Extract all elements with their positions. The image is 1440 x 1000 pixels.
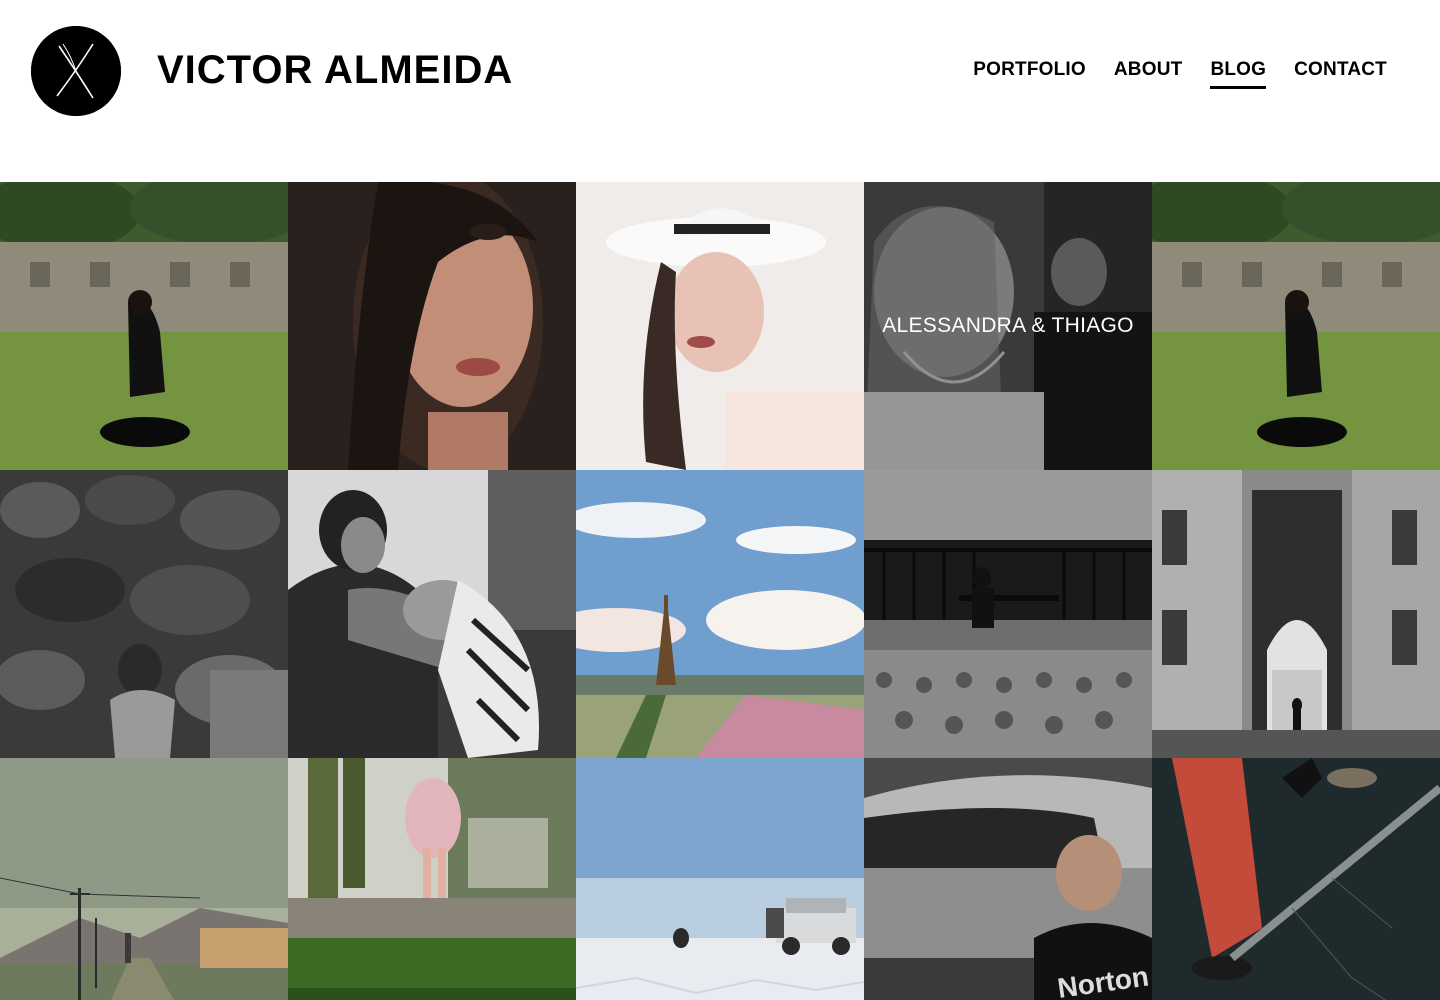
x-monogram-icon: [31, 26, 121, 116]
photo-man-on-bench: [864, 470, 1152, 758]
site-logo[interactable]: [31, 26, 121, 116]
photo-woman-stone-wall: [0, 470, 288, 758]
gallery-tile-wedding-couple[interactable]: ALESSANDRA & THIAGO: [864, 182, 1152, 470]
photo-salt-flat-jeep: [576, 758, 864, 1000]
gallery-tile-road-power-lines[interactable]: [0, 758, 288, 1000]
site-header: VICTOR ALMEIDA PORTFOLIO ABOUT BLOG CONT…: [0, 0, 1440, 182]
gallery-tile-man-on-bench-waterfront[interactable]: [864, 470, 1152, 758]
gallery-tile-red-trousers-water[interactable]: [1152, 758, 1440, 1000]
nav-contact[interactable]: CONTACT: [1294, 58, 1387, 89]
gallery-tile-woman-with-cat[interactable]: [288, 470, 576, 758]
main-nav: PORTFOLIO ABOUT BLOG CONTACT: [973, 58, 1387, 89]
gallery-tile-woman-stone-wall[interactable]: [0, 470, 288, 758]
gallery-tile-portrait-dark-hair[interactable]: [288, 182, 576, 470]
gallery-tile-woman-in-field-ruins[interactable]: [0, 182, 288, 470]
photo-archway-building: [1152, 470, 1440, 758]
photo-woman-with-cat: [288, 470, 576, 758]
photo-red-trousers-water: [1152, 758, 1440, 1000]
gallery-tile-salt-flat-jeep[interactable]: [576, 758, 864, 1000]
gallery-tile-eiffel-tower[interactable]: [576, 470, 864, 758]
gallery-tile-woman-white-hat[interactable]: [576, 182, 864, 470]
photo-woman-white-hat: [576, 182, 864, 470]
site-title[interactable]: VICTOR ALMEIDA: [157, 46, 513, 94]
gallery-tile-man-by-car[interactable]: Norton: [864, 758, 1152, 1000]
photo-road-power-lines: [0, 758, 288, 1000]
photo-child-feet-grass: [288, 758, 576, 1000]
gallery-tile-archway-building[interactable]: [1152, 470, 1440, 758]
photo-woman-in-field-repeat: [1152, 182, 1440, 470]
photo-eiffel-tower: [576, 470, 864, 758]
gallery-tile-child-feet-grass[interactable]: [288, 758, 576, 1000]
photo-man-by-car: Norton: [864, 758, 1152, 1000]
tile-caption: ALESSANDRA & THIAGO: [882, 314, 1134, 337]
photo-woman-in-field: [0, 182, 288, 470]
nav-blog[interactable]: BLOG: [1210, 58, 1267, 89]
gallery-tile-woman-in-field-ruins-2[interactable]: [1152, 182, 1440, 470]
nav-about[interactable]: ABOUT: [1114, 58, 1183, 89]
tile-caption-overlay: ALESSANDRA & THIAGO: [864, 182, 1152, 470]
nav-portfolio[interactable]: PORTFOLIO: [973, 58, 1086, 89]
photo-gallery: ALESSANDRA & THIAGO Norton: [0, 182, 1440, 1000]
photo-portrait-dark-hair: [288, 182, 576, 470]
